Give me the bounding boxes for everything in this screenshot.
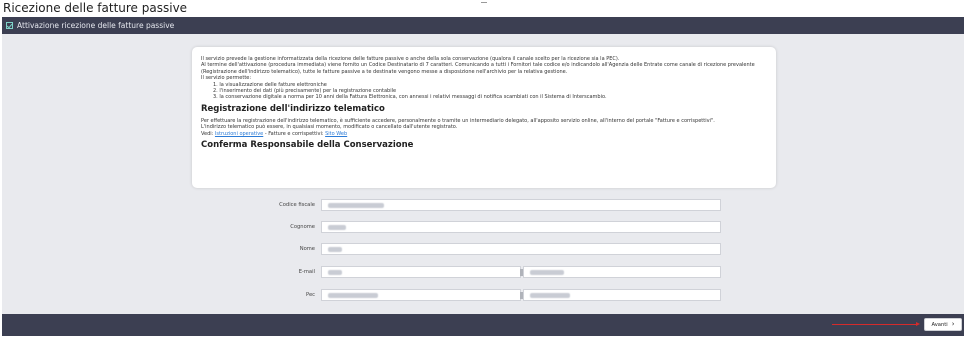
section-heading: Registrazione dell'indirizzo telematico xyxy=(201,103,385,114)
links-line: Vedi: Istruzioni operative - Fatture e c… xyxy=(201,131,767,137)
cognome-row: Cognome xyxy=(0,221,967,234)
pec-label: Pec xyxy=(306,292,315,298)
next-button[interactable]: Avanti › xyxy=(924,318,962,331)
page-title: Ricezione delle fatture passive xyxy=(3,1,188,15)
cognome-label: Cognome xyxy=(290,224,315,230)
annotation-arrow xyxy=(832,322,920,326)
at-icon xyxy=(520,292,523,299)
codice-fiscale-input[interactable] xyxy=(321,199,721,211)
section-header[interactable]: Attivazione ricezione delle fatture pass… xyxy=(2,17,964,34)
info-paragraph: Al termine dell'attivazione (procedura i… xyxy=(201,62,755,75)
section-heading: Conferma Responsabile della Conservazion… xyxy=(201,140,414,151)
istruzioni-link[interactable]: Istruzioni operative xyxy=(215,131,263,137)
features-list: 1. la visualizzazione delle fatture elet… xyxy=(213,82,767,101)
section-header-label: Attivazione ricezione delle fatture pass… xyxy=(17,21,175,30)
pec-domain-input[interactable] xyxy=(520,289,721,301)
email-user-input[interactable] xyxy=(321,266,521,278)
pec-row: Pec xyxy=(0,289,967,302)
info-card: Il servizio prevede la gestione informat… xyxy=(192,47,776,188)
pec-user-input[interactable] xyxy=(321,289,521,301)
email-label: E-mail xyxy=(298,269,315,275)
email-row: E-mail xyxy=(0,266,967,279)
cognome-input[interactable] xyxy=(321,221,721,233)
sito-web-link[interactable]: Sito Web xyxy=(325,131,347,137)
nome-row: Nome xyxy=(0,243,967,256)
nome-input[interactable] xyxy=(321,243,721,255)
vedi-middle: - Fatture e corrispettivi: xyxy=(263,130,326,137)
email-domain-input[interactable] xyxy=(520,266,721,278)
codice-fiscale-label: Codice fiscale xyxy=(279,202,315,208)
checkbox-icon[interactable] xyxy=(6,22,13,29)
divider xyxy=(481,2,487,3)
list-item: 3. la conservazione digitale a norma per… xyxy=(213,94,607,101)
chevron-right-icon: › xyxy=(951,320,955,328)
codice-fiscale-row: Codice fiscale xyxy=(0,199,967,212)
at-icon xyxy=(520,269,523,276)
next-button-label: Avanti xyxy=(931,321,948,328)
vedi-prefix: Vedi: xyxy=(201,130,215,137)
nome-label: Nome xyxy=(299,246,315,252)
footer-bar xyxy=(2,314,964,336)
